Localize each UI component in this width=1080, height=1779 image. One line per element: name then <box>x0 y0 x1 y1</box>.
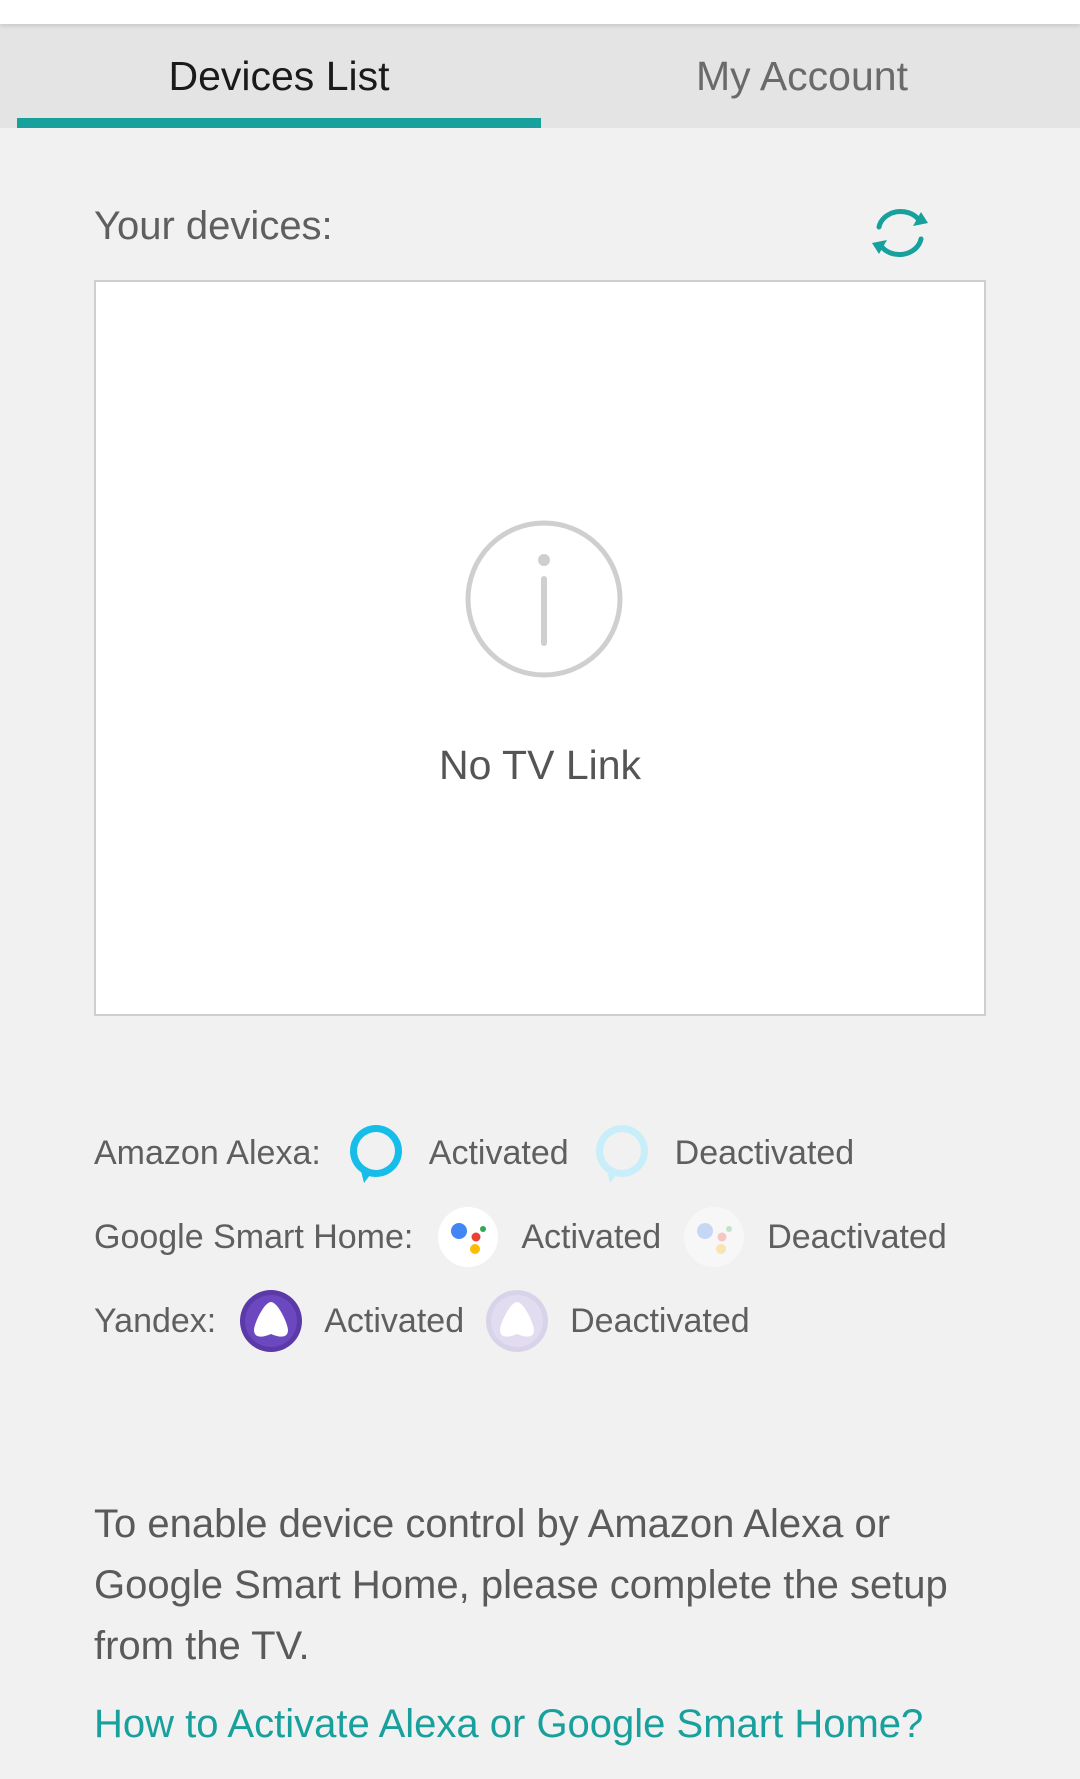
amazon-alexa-label: Amazon Alexa: <box>94 1133 321 1172</box>
yandex-alice-activated-icon <box>240 1290 303 1352</box>
yandex-label: Yandex: <box>94 1301 217 1340</box>
google-deactivated-text: Deactivated <box>767 1217 947 1256</box>
google-activated-text: Activated <box>521 1217 662 1256</box>
no-tv-link-text: No TV Link <box>438 742 642 788</box>
refresh-icon <box>872 208 928 258</box>
amazon-alexa-status-row: Amazon Alexa: Activated Deactivated <box>94 1118 874 1188</box>
yandex-status-row: Yandex: Activated Deactivated <box>94 1286 770 1356</box>
tab-bar: Devices List My Account <box>0 24 1080 128</box>
alexa-deactivated-text: Deactivated <box>674 1133 855 1172</box>
alexa-activated-icon <box>349 1125 402 1183</box>
how-to-activate-link[interactable]: How to Activate Alexa or Google Smart Ho… <box>94 1702 923 1747</box>
google-assistant-deactivated-icon <box>684 1207 745 1267</box>
yandex-deactivated-text: Deactivated <box>570 1301 750 1340</box>
refresh-button[interactable] <box>864 202 936 264</box>
tab-devices-list[interactable]: Devices List <box>17 24 541 128</box>
setup-instructions-text: To enable device control by Amazon Alexa… <box>94 1502 948 1668</box>
top-bar-edge <box>0 0 1080 24</box>
info-icon <box>465 520 623 678</box>
your-devices-label: Your devices: <box>94 204 333 248</box>
alexa-activated-text: Activated <box>428 1133 569 1172</box>
yandex-activated-text: Activated <box>324 1301 465 1340</box>
yandex-alice-deactivated-icon <box>486 1290 549 1352</box>
google-smart-home-status-row: Google Smart Home: Activated Deactivated <box>94 1202 967 1272</box>
devices-list-panel: No TV Link <box>94 280 986 1016</box>
google-assistant-activated-icon <box>438 1207 499 1267</box>
google-smart-home-label: Google Smart Home: <box>94 1217 414 1256</box>
alexa-deactivated-icon <box>595 1125 648 1183</box>
active-tab-indicator <box>17 118 541 128</box>
tab-my-account[interactable]: My Account <box>541 24 1063 128</box>
